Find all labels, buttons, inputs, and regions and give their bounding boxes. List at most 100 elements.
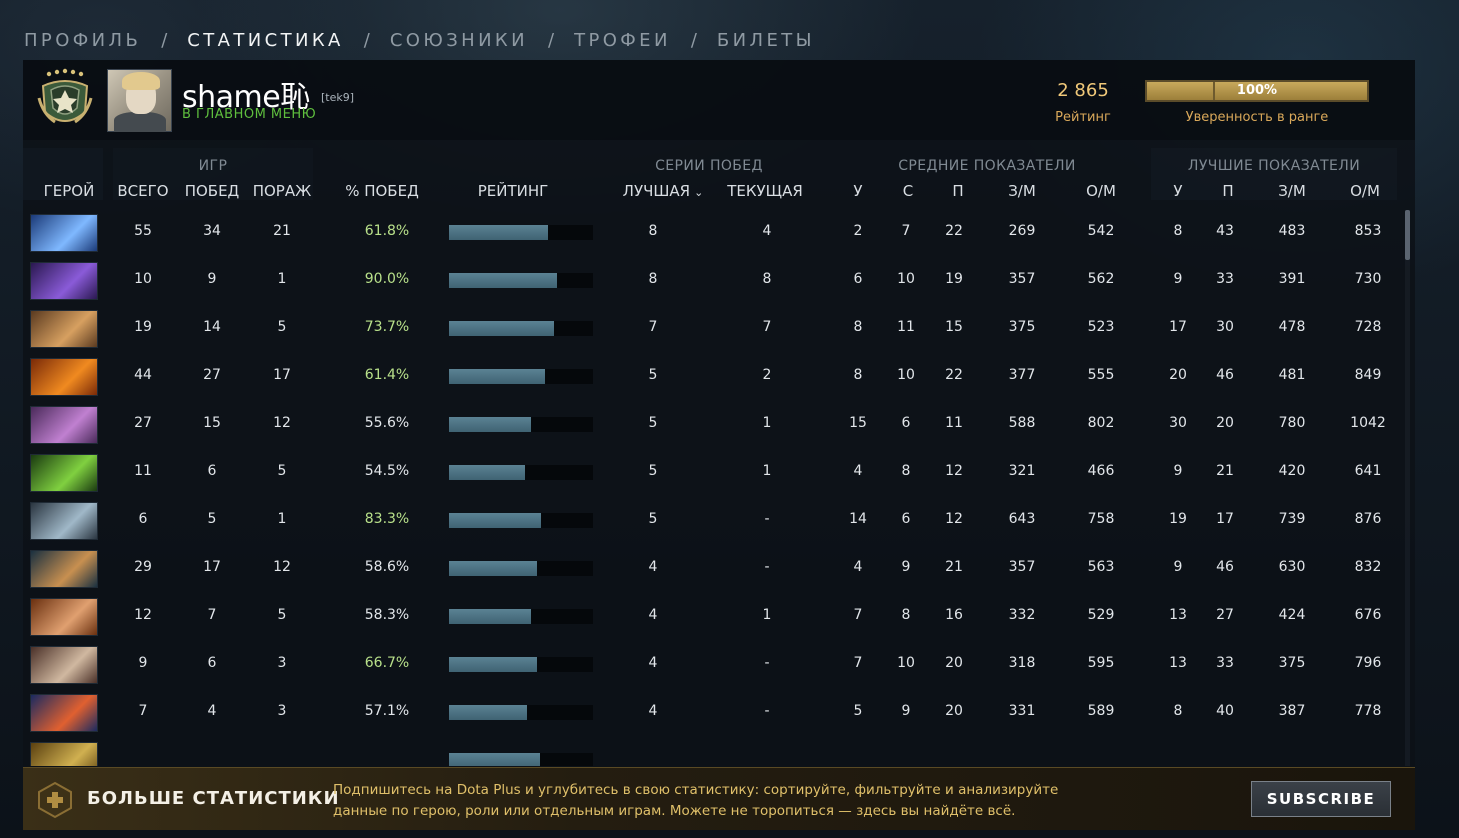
cell-total: 7 [138,703,148,719]
cell-current-streak: - [764,703,770,719]
cell-avg-kills: 14 [849,511,867,527]
cell-avg-deaths: 10 [897,367,915,383]
rating-bar-fill [449,657,537,672]
cell-best-xpm: 832 [1354,559,1382,575]
col-avg-kills[interactable]: У [843,182,873,202]
cell-best-streak: 8 [648,271,658,287]
col-best-assists[interactable]: П [1213,182,1243,202]
hero-portrait[interactable] [30,598,98,636]
col-total[interactable]: ВСЕГО [113,182,173,202]
cell-best-xpm: 676 [1354,607,1382,623]
cell-wins: 17 [203,559,221,575]
col-winrate[interactable]: % ПОБЕД [337,182,427,202]
col-wins[interactable]: ПОБЕД [181,182,243,202]
table-row[interactable]: 10 9 1 90.0% 8 8 6 10 19 357 562 9 33 391 730 [23,258,1403,306]
cell-best-assists: 43 [1216,223,1234,239]
tab-profile[interactable]: ПРОФИЛЬ [24,30,141,51]
rating-label: Рейтинг [1055,110,1111,125]
col-hero[interactable]: ГЕРОЙ [29,182,109,202]
avatar[interactable] [107,69,172,132]
cell-best-kills: 8 [1173,703,1183,719]
cell-wins: 14 [203,319,221,335]
col-current-streak[interactable]: ТЕКУЩАЯ [723,182,807,202]
table-row[interactable]: 9 6 3 66.7% 4 - 7 10 20 318 595 13 33 375 796 [23,642,1403,690]
rank-confidence-label: Уверенность в ранге [1185,110,1329,125]
cell-best-gpm: 780 [1278,415,1306,431]
cell-avg-assists: 20 [945,655,963,671]
hero-portrait[interactable] [30,358,98,396]
tab-statistics[interactable]: СТАТИСТИКА [187,30,343,51]
table-row[interactable] [23,738,1403,766]
cell-winrate: 57.1% [364,703,410,719]
cell-avg-kills: 7 [853,607,863,623]
cell-best-assists: 17 [1216,511,1234,527]
table-row[interactable]: 12 7 5 58.3% 4 1 7 8 16 332 529 13 27 424 676 [23,594,1403,642]
col-avg-xpm[interactable]: О/М [1079,182,1123,202]
group-header-averages: СРЕДНИЕ ПОКАЗАТЕЛИ [898,158,1076,174]
tab-allies[interactable]: СОЮЗНИКИ [390,30,528,51]
table-row[interactable]: 27 15 12 55.6% 5 1 15 6 11 588 802 30 20 780 1042 [23,402,1403,450]
col-best-gpm[interactable]: З/М [1271,182,1313,202]
scrollbar-thumb[interactable] [1405,210,1410,260]
cell-total: 6 [138,511,148,527]
cell-best-xpm: 1042 [1350,415,1386,431]
cell-avg-xpm: 595 [1087,655,1115,671]
cell-current-streak: - [764,655,770,671]
hero-portrait[interactable] [30,214,98,252]
rank-medal-icon[interactable] [37,68,93,132]
col-best-kills[interactable]: У [1163,182,1193,202]
cell-winrate: 61.4% [364,367,410,383]
cell-winrate: 73.7% [364,319,410,335]
table-row[interactable]: 29 17 12 58.6% 4 - 4 9 21 357 563 9 46 630 832 [23,546,1403,594]
cell-total: 19 [134,319,152,335]
table-row[interactable]: 6 5 1 83.3% 5 - 14 6 12 643 758 19 17 739 876 [23,498,1403,546]
hero-portrait[interactable] [30,262,98,300]
col-best-streak[interactable]: ЛУЧШАЯ ⌄ [613,182,713,202]
profile-header: shame恥 [tek9] В ГЛАВНОМ МЕНЮ 2 865 Рейти… [23,60,1415,140]
stats-panel: shame恥 [tek9] В ГЛАВНОМ МЕНЮ 2 865 Рейти… [23,60,1415,828]
hero-portrait[interactable] [30,646,98,684]
hero-portrait[interactable] [30,742,98,766]
hero-portrait[interactable] [30,694,98,732]
rating-bar [449,609,593,624]
cell-avg-gpm: 269 [1008,223,1036,239]
tab-separator: / [690,29,697,51]
col-losses[interactable]: ПОРАЖ [251,182,313,202]
cell-best-assists: 46 [1216,367,1234,383]
cell-best-assists: 46 [1216,559,1234,575]
cell-best-streak: 4 [648,655,658,671]
col-avg-gpm[interactable]: З/М [1001,182,1043,202]
col-best-xpm[interactable]: О/М [1343,182,1387,202]
hero-portrait[interactable] [30,550,98,588]
cell-best-xpm: 728 [1354,319,1382,335]
cell-best-xpm: 730 [1354,271,1382,287]
table-row[interactable]: 7 4 3 57.1% 4 - 5 9 20 331 589 8 40 387 778 [23,690,1403,738]
subscribe-button[interactable]: SUBSCRIBE [1251,781,1391,817]
col-avg-deaths[interactable]: С [893,182,923,202]
cell-avg-kills: 7 [853,655,863,671]
cell-wins: 4 [207,703,217,719]
cell-best-assists: 33 [1216,655,1234,671]
tab-trophies[interactable]: ТРОФЕИ [574,30,671,51]
cell-avg-xpm: 523 [1087,319,1115,335]
scrollbar[interactable] [1405,210,1410,766]
cell-avg-deaths: 10 [897,655,915,671]
cell-avg-assists: 22 [945,367,963,383]
table-row[interactable]: 55 34 21 61.8% 8 4 2 7 22 269 542 8 43 483 853 [23,210,1403,258]
cell-winrate: 58.3% [364,607,410,623]
hero-portrait[interactable] [30,454,98,492]
hero-portrait[interactable] [30,406,98,444]
table-row[interactable]: 11 6 5 54.5% 5 1 4 8 12 321 466 9 21 420 641 [23,450,1403,498]
rating-value: 2 865 [1057,80,1109,101]
player-tag: [tek9] [321,91,355,104]
hero-portrait[interactable] [30,502,98,540]
cell-avg-kills: 8 [853,367,863,383]
cell-avg-gpm: 331 [1008,703,1036,719]
table-row[interactable]: 19 14 5 73.7% 7 7 8 11 15 375 523 17 30 478 728 [23,306,1403,354]
table-row[interactable]: 44 27 17 61.4% 5 2 8 10 22 377 555 20 46 481 849 [23,354,1403,402]
col-rating[interactable]: РЕЙТИНГ [463,182,563,202]
cell-best-kills: 13 [1169,607,1187,623]
col-avg-assists[interactable]: П [943,182,973,202]
hero-portrait[interactable] [30,310,98,348]
tab-tickets[interactable]: БИЛЕТЫ [717,30,815,51]
